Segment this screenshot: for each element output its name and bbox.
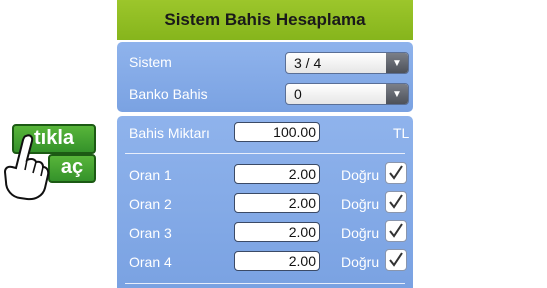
- checkmark-icon: [389, 252, 403, 267]
- checkmark-icon: [389, 165, 403, 180]
- odds-input[interactable]: 2.00: [234, 164, 320, 184]
- promo-badge[interactable]: tıkla aç: [0, 120, 110, 210]
- odds-checkbox[interactable]: [385, 162, 407, 184]
- sistem-label: Sistem: [129, 54, 172, 70]
- odds-input[interactable]: 2.00: [234, 193, 320, 213]
- promo-label-ac[interactable]: aç: [48, 154, 96, 183]
- odds-label: Oran 1: [129, 167, 172, 183]
- sistem-select[interactable]: 3 / 4 ▼: [285, 52, 409, 74]
- dropdown-arrow-icon[interactable]: ▼: [386, 84, 408, 104]
- odds-label: Oran 2: [129, 196, 172, 212]
- system-settings-panel: Sistem 3 / 4 ▼ Banko Bahis 0 ▼: [117, 42, 413, 112]
- sistem-select-value: 3 / 4: [294, 55, 322, 71]
- pointing-hand-icon: [3, 134, 50, 201]
- dropdown-arrow-icon[interactable]: ▼: [386, 53, 408, 73]
- odds-label: Oran 3: [129, 225, 172, 241]
- odds-status: Doğru: [341, 196, 380, 212]
- divider: [125, 283, 405, 284]
- bet-amount-input[interactable]: 100.00: [234, 122, 320, 142]
- odds-label: Oran 4: [129, 254, 172, 270]
- bet-details-panel: Bahis Miktarı 100.00 TL Oran 1 2.00 Doğr…: [117, 116, 413, 288]
- banko-select-value: 0: [294, 86, 302, 102]
- app-title: Sistem Bahis Hesaplama: [117, 0, 413, 40]
- checkmark-icon: [389, 194, 403, 209]
- currency-label: TL: [393, 125, 410, 141]
- odds-checkbox[interactable]: [385, 220, 407, 242]
- banko-label: Banko Bahis: [129, 86, 208, 102]
- bet-amount-label: Bahis Miktarı: [129, 125, 210, 141]
- odds-status: Doğru: [341, 225, 380, 241]
- odds-status: Doğru: [341, 254, 380, 270]
- odds-input[interactable]: 2.00: [234, 222, 320, 242]
- checkmark-icon: [389, 223, 403, 238]
- divider: [125, 153, 405, 154]
- odds-checkbox[interactable]: [385, 191, 407, 213]
- odds-input[interactable]: 2.00: [234, 251, 320, 271]
- banko-select[interactable]: 0 ▼: [285, 83, 409, 105]
- odds-status: Doğru: [341, 167, 380, 183]
- odds-checkbox[interactable]: [385, 249, 407, 271]
